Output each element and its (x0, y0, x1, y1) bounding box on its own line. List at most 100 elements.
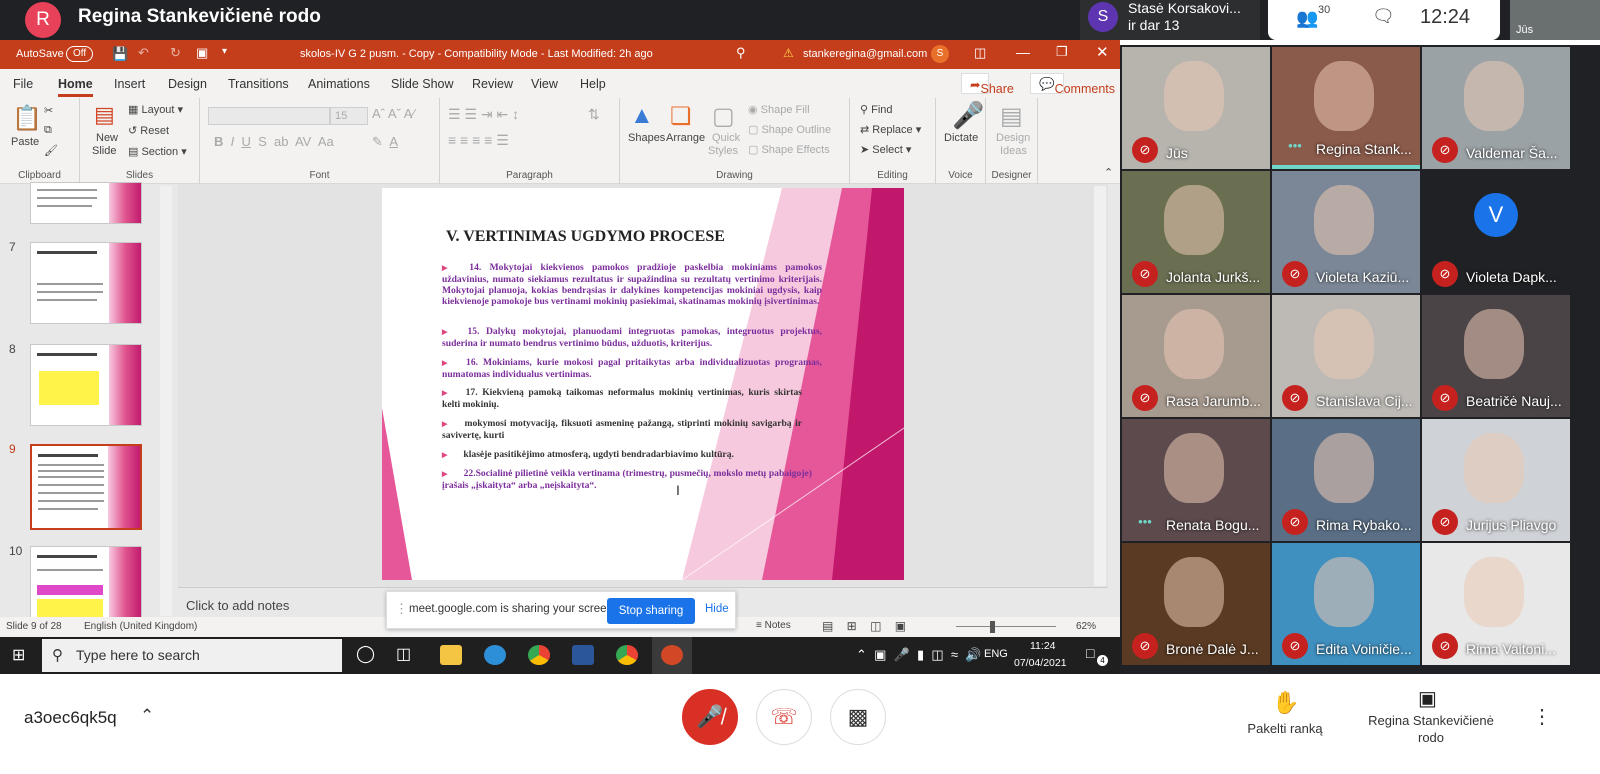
participant-tile[interactable]: ⊘ Edita Voiničie... (1272, 543, 1420, 665)
thumbnail-scrollbar[interactable] (160, 186, 172, 616)
participant-tile[interactable]: ⊘ Rasa Jarumb... (1122, 295, 1270, 417)
text-direction-icon[interactable]: ⇅ (588, 106, 600, 123)
tab-design[interactable]: Design (168, 77, 207, 91)
tray-time[interactable]: 11:24 (1030, 640, 1056, 652)
participant-tile[interactable]: ⊘ Jurijus Pliavgo (1422, 419, 1570, 541)
self-video-thumbnail[interactable]: Jūs (1510, 0, 1600, 40)
camera-button[interactable]: ▩ (830, 689, 886, 745)
customize-icon[interactable]: ▾ (222, 46, 227, 57)
tab-insert[interactable]: Insert (114, 77, 145, 91)
raise-hand-icon[interactable]: ✋ (1272, 690, 1299, 716)
tab-help[interactable]: Help (580, 77, 606, 91)
language-status[interactable]: English (United Kingdom) (84, 621, 197, 632)
layout-button[interactable]: ▦ Layout ▾ (128, 103, 183, 116)
participant-tile[interactable]: V ⊘ Violeta Dapk... (1422, 171, 1570, 293)
new-slide-button-2[interactable]: Slide (92, 145, 116, 157)
redo-icon[interactable]: ↻ (170, 45, 181, 61)
people-icon[interactable]: 👥 (1296, 8, 1318, 29)
account-email[interactable]: stankeregina@gmail.com (803, 48, 927, 60)
tray-icons[interactable]: ⌃ ▣ 🎤 ▮ ◫ ≈ 🔊 (856, 647, 981, 663)
notes-toggle[interactable]: ≡ Notes (756, 620, 791, 631)
tab-file[interactable]: File (13, 77, 33, 91)
present-icon[interactable]: ▣ (196, 45, 208, 61)
close-icon[interactable]: ✕ (1096, 43, 1109, 61)
taskbar-search-input[interactable]: Type here to search (76, 647, 200, 663)
slide-title[interactable]: V. VERTINIMAS UGDYMO PROCESE (446, 228, 725, 246)
notification-icon[interactable]: □ (1086, 645, 1094, 661)
top-participant-tile[interactable]: S Stasė Korsakovi... ir dar 13 (1080, 0, 1260, 40)
save-icon[interactable]: 💾 (112, 46, 128, 62)
slide-thumbnail-selected[interactable] (30, 444, 142, 530)
align-icons[interactable]: ≡ ≡ ≡ ≡ ☰ (448, 132, 509, 149)
zoom-slider-handle[interactable] (990, 621, 995, 633)
presenting-button[interactable]: Regina Stankevičienė rodo (1356, 712, 1506, 746)
chrome-profile-icon[interactable] (616, 645, 638, 665)
find-button[interactable]: ⚲ Find (860, 103, 893, 116)
reset-button[interactable]: ↺ Reset (128, 124, 169, 137)
tray-date[interactable]: 07/04/2021 (1014, 657, 1067, 669)
tab-view[interactable]: View (531, 77, 558, 91)
participant-tile[interactable]: ⊘ Stanislava Cij... (1272, 295, 1420, 417)
edge-icon[interactable] (484, 645, 506, 665)
replace-button[interactable]: ⇄ Replace ▾ (860, 123, 921, 136)
design-ideas-button[interactable]: Design (996, 132, 1030, 144)
slide-thumbnail[interactable] (30, 242, 142, 324)
participant-tile[interactable]: ••• Regina Stank... (1272, 47, 1420, 169)
raise-hand-button[interactable]: Pakelti ranką (1240, 721, 1330, 736)
minimize-icon[interactable]: — (1016, 44, 1030, 60)
windows-start-icon[interactable]: ⊞ (12, 645, 25, 665)
collapse-ribbon-icon[interactable]: ⌃ (1104, 166, 1113, 179)
file-explorer-icon[interactable] (440, 645, 462, 665)
restore-icon[interactable]: ❐ (1056, 44, 1068, 60)
font-size-input[interactable]: 15 (330, 107, 368, 125)
participant-tile[interactable]: ⊘ Jūs (1122, 47, 1270, 169)
format-painter-icon[interactable]: 🖌 (44, 144, 58, 157)
powerpoint-taskbar-active[interactable] (652, 637, 692, 674)
tab-review[interactable]: Review (472, 77, 513, 91)
drag-handle-icon[interactable]: ⋮ (395, 601, 408, 617)
stop-sharing-button[interactable]: Stop sharing (607, 598, 695, 624)
word-icon[interactable] (572, 645, 594, 665)
slide-paragraph-17b[interactable]: mokymosi motyvaciją, fiksuoti asmeninę p… (442, 418, 802, 441)
editor-scrollbar[interactable] (1094, 186, 1106, 586)
view-buttons[interactable]: ▤ ⊞ ◫ ▣ (822, 619, 906, 633)
tab-home[interactable]: Home (58, 77, 93, 97)
hang-up-button[interactable]: ☏ (756, 689, 812, 745)
paste-button[interactable]: Paste (11, 136, 39, 148)
microphone-icon[interactable]: 🎤 (952, 100, 984, 131)
chrome-icon[interactable] (528, 645, 550, 665)
cut-icon[interactable]: ✂ (44, 104, 53, 117)
slide-thumbnail[interactable] (30, 344, 142, 426)
slide-thumbnail[interactable] (30, 546, 142, 626)
design-ideas-button-2[interactable]: Ideas (1000, 145, 1027, 157)
design-ideas-icon[interactable]: ▤ (1000, 102, 1023, 131)
comments-button[interactable]: 💬 Comments (1030, 73, 1115, 96)
shape-fill-button[interactable]: ◉ Shape Fill (748, 103, 810, 116)
slide-paragraph-14[interactable]: 14. Mokytojai kiekvienos pamokos pradžio… (442, 262, 822, 307)
participant-tile[interactable]: ⊘ Jolanta Jurkš... (1122, 171, 1270, 293)
shapes-button[interactable]: Shapes (628, 132, 665, 144)
participant-tile[interactable]: ⊘ Violeta Kaziū... (1272, 171, 1420, 293)
microphone-off-button[interactable]: 🎤̸ (682, 689, 738, 745)
share-button[interactable]: ➦ Share (961, 73, 1014, 96)
task-view-icon[interactable]: ◫ (396, 644, 411, 664)
participant-tile[interactable]: ⊘ Valdemar Ša... (1422, 47, 1570, 169)
tab-animations[interactable]: Animations (308, 77, 370, 91)
more-options-icon[interactable]: ⋮ (1532, 704, 1552, 729)
participant-tile[interactable]: ••• Renata Bogu... (1122, 419, 1270, 541)
tray-language[interactable]: ENG (984, 648, 1008, 660)
paste-icon[interactable]: 📋 (12, 104, 42, 133)
section-button[interactable]: ▤ Section ▾ (128, 145, 187, 158)
slide-canvas[interactable]: V. VERTINIMAS UGDYMO PROCESE 14. Mokytoj… (382, 188, 904, 580)
hide-button[interactable]: Hide (705, 603, 729, 615)
quick-styles-button[interactable]: Quick (712, 132, 740, 144)
slide-paragraph-17c[interactable]: klasėje pasitikėjimo atmosferą, ugdyti b… (442, 449, 802, 461)
shape-effects-button[interactable]: ▢ Shape Effects (748, 143, 830, 156)
slide-paragraph-16[interactable]: 16. Mokiniams, kurie mokosi pagal pritai… (442, 357, 822, 380)
arrange-button[interactable]: Arrange (666, 132, 705, 144)
meeting-code[interactable]: a3oec6qk5q (24, 708, 117, 728)
slide-thumbnail[interactable] (30, 182, 142, 224)
slide-paragraph-15[interactable]: 15. Dalykų mokytojai, planuodami integru… (442, 326, 822, 349)
undo-icon[interactable]: ↶ (138, 45, 149, 61)
font-format-icons[interactable]: B I U S ab AV Aa (214, 134, 334, 149)
